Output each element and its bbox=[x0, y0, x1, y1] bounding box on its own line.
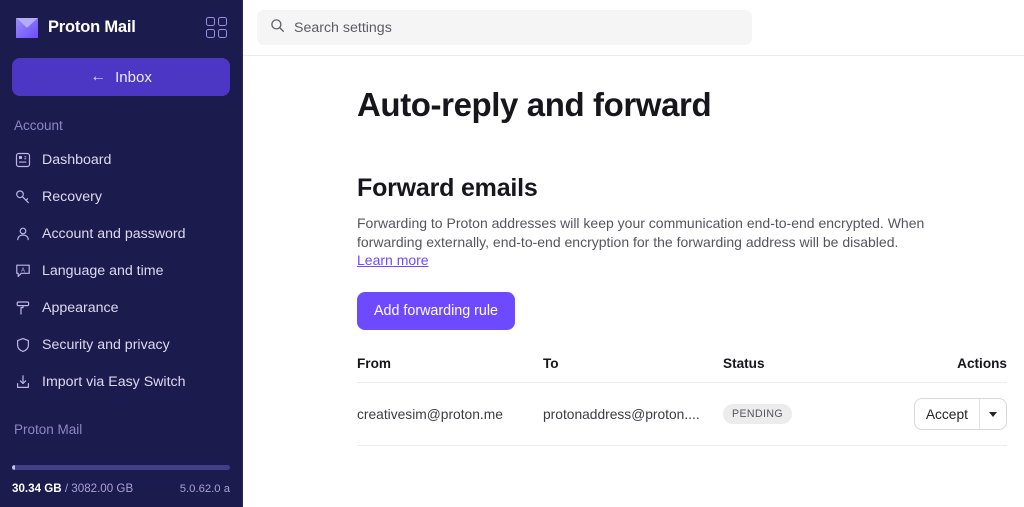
sidebar-item-account-and-password[interactable]: Account and password bbox=[0, 215, 242, 252]
sidebar-item-import-via-easy-switch[interactable]: Import via Easy Switch bbox=[0, 363, 242, 400]
table-header-row: From To Status Actions bbox=[357, 356, 1007, 383]
table-body: creativesim@proton.me protonaddress@prot… bbox=[357, 382, 1007, 446]
add-forwarding-rule-button[interactable]: Add forwarding rule bbox=[357, 292, 515, 330]
shield-icon bbox=[14, 336, 31, 353]
sidebar-item-label: Account and password bbox=[42, 225, 186, 242]
sidebar: Proton Mail ← Inbox Account Dashboard Re… bbox=[0, 0, 243, 507]
language-icon: Aְ bbox=[14, 262, 31, 279]
user-icon bbox=[14, 225, 31, 242]
import-icon bbox=[14, 373, 31, 390]
sidebar-item-recovery[interactable]: Recovery bbox=[0, 178, 242, 215]
sidebar-section-account: Account bbox=[14, 118, 63, 133]
inbox-button-label: Inbox bbox=[115, 68, 152, 86]
forwarding-rules-table: From To Status Actions creativesim@proto… bbox=[357, 356, 1007, 446]
page-title: Auto-reply and forward bbox=[357, 86, 712, 123]
cell-from: creativesim@proton.me bbox=[357, 382, 543, 446]
sidebar-item-appearance[interactable]: Appearance bbox=[0, 289, 242, 326]
app-root: Proton Mail ← Inbox Account Dashboard Re… bbox=[0, 0, 1024, 507]
sidebar-item-label: Security and privacy bbox=[42, 336, 170, 353]
sidebar-item-security-and-privacy[interactable]: Security and privacy bbox=[0, 326, 242, 363]
storage-total: 3082.00 GB bbox=[71, 482, 134, 495]
sidebar-item-label: Language and time bbox=[42, 262, 164, 279]
chevron-down-icon[interactable] bbox=[979, 399, 1006, 429]
storage-progress-bar bbox=[12, 465, 230, 470]
storage-used: 30.34 GB bbox=[12, 482, 62, 495]
apps-grid-icon[interactable] bbox=[206, 16, 228, 39]
sidebar-item-label: Import via Easy Switch bbox=[42, 373, 186, 390]
cell-status: PENDING bbox=[723, 382, 913, 446]
sidebar-header: Proton Mail bbox=[0, 0, 242, 55]
settings-content: Auto-reply and forward Forward emails Fo… bbox=[243, 56, 1024, 446]
sidebar-item-label: Recovery bbox=[42, 188, 102, 205]
brand-name: Proton Mail bbox=[48, 18, 136, 36]
section-description: Forwarding to Proton addresses will keep… bbox=[357, 215, 925, 250]
accept-button[interactable]: Accept bbox=[915, 399, 979, 429]
sidebar-item-language-and-time[interactable]: Aְ Language and time bbox=[0, 252, 242, 289]
learn-more-link[interactable]: Learn more bbox=[357, 252, 429, 268]
search-placeholder: Search settings bbox=[294, 19, 392, 36]
sidebar-item-label: Dashboard bbox=[42, 151, 112, 168]
table-header: From To Status Actions bbox=[357, 356, 1007, 383]
sidebar-footer: 30.34 GB / 3082.00 GB 5.0.62.0 a bbox=[0, 465, 242, 507]
status-badge: PENDING bbox=[723, 404, 793, 424]
inbox-button[interactable]: ← Inbox bbox=[12, 58, 230, 96]
app-version: 5.0.62.0 a bbox=[179, 483, 230, 495]
sidebar-section-proton-mail: Proton Mail bbox=[14, 422, 83, 437]
top-bar: Search settings bbox=[243, 0, 1024, 56]
section-title: Forward emails bbox=[357, 174, 538, 202]
accept-button-group: Accept bbox=[913, 398, 1007, 430]
storage-progress-fill bbox=[12, 465, 16, 470]
cell-to: protonaddress@proton.... bbox=[543, 382, 723, 446]
arrow-left-icon: ← bbox=[90, 68, 107, 85]
main-panel: Search settings Auto-reply and forward F… bbox=[243, 0, 1024, 507]
table-row: creativesim@proton.me protonaddress@prot… bbox=[357, 382, 1007, 446]
search-input[interactable]: Search settings bbox=[257, 10, 752, 45]
paint-roller-icon bbox=[14, 299, 31, 316]
proton-mail-logo-icon bbox=[14, 17, 40, 39]
cell-actions: Accept bbox=[913, 382, 1007, 446]
svg-text:Aְ: Aְ bbox=[21, 267, 26, 273]
storage-info: 30.34 GB / 3082.00 GB 5.0.62.0 a bbox=[12, 479, 230, 497]
column-header-actions: Actions bbox=[913, 356, 1007, 383]
column-header-status: Status bbox=[723, 356, 913, 383]
column-header-from: From bbox=[357, 356, 543, 383]
key-icon bbox=[14, 188, 31, 205]
sidebar-item-dashboard[interactable]: Dashboard bbox=[0, 141, 242, 178]
sidebar-nav: Dashboard Recovery Account and password … bbox=[0, 141, 242, 400]
search-icon bbox=[270, 18, 285, 38]
storage-separator: / bbox=[61, 482, 72, 495]
storage-text: 30.34 GB / 3082.00 GB bbox=[12, 479, 133, 497]
column-header-to: To bbox=[543, 356, 723, 383]
dashboard-icon bbox=[14, 151, 31, 168]
sidebar-item-label: Appearance bbox=[42, 299, 119, 316]
